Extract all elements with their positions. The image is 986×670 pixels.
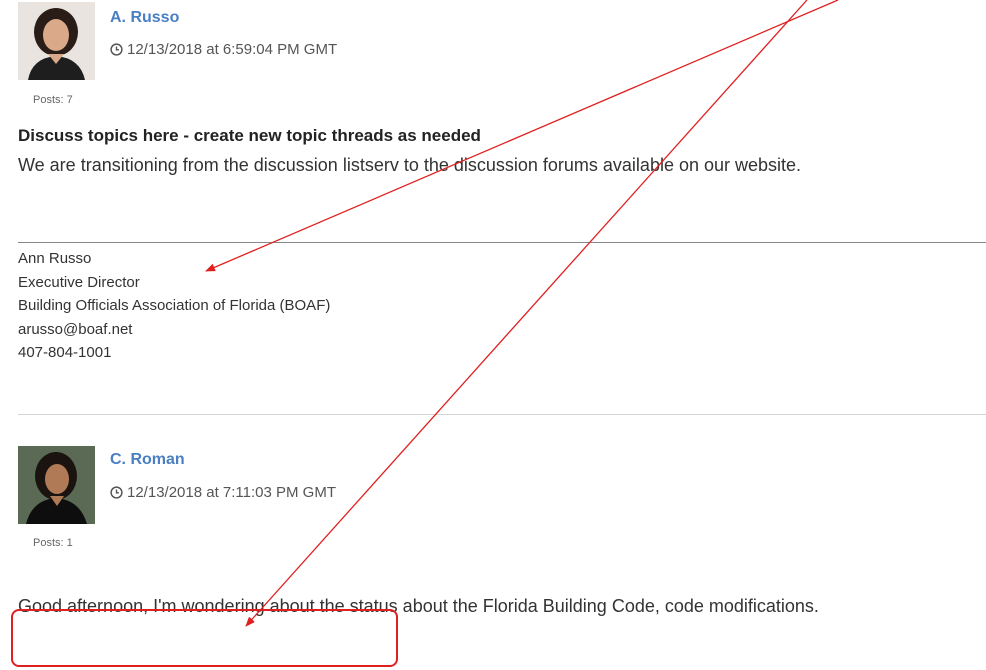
author-posts-count: Posts: 7 bbox=[33, 94, 73, 106]
author-avatar[interactable] bbox=[18, 2, 95, 80]
timestamp-text: 12/13/2018 at 7:11:03 PM GMT bbox=[127, 484, 337, 501]
signature-divider bbox=[18, 242, 986, 243]
post-timestamp: 12/13/2018 at 6:59:04 PM GMT bbox=[110, 41, 337, 58]
signature-email: arusso@boaf.net bbox=[18, 320, 133, 338]
post-divider bbox=[18, 414, 986, 415]
author-avatar[interactable] bbox=[18, 446, 95, 524]
timestamp-text: 12/13/2018 at 6:59:04 PM GMT bbox=[127, 41, 338, 58]
forum-post: A. Russo 12/13/2018 at 6:59:04 PM GMT Po… bbox=[0, 0, 986, 416]
post-timestamp: 12/13/2018 at 7:11:03 PM GMT bbox=[110, 484, 336, 501]
annotation-highlight-box bbox=[11, 609, 398, 667]
avatar-photo-c-roman bbox=[18, 446, 95, 524]
post-body: We are transitioning from the discussion… bbox=[18, 155, 802, 175]
author-posts-count: Posts: 1 bbox=[33, 537, 73, 549]
signature-organization: Building Officials Association of Florid… bbox=[18, 297, 331, 314]
signature-name: Ann Russo bbox=[18, 250, 92, 267]
post-signature: Ann Russo Executive Director Building Of… bbox=[18, 247, 330, 365]
signature-phone: 407-804-1001 bbox=[18, 344, 112, 361]
post-subject: Discuss topics here - create new topic t… bbox=[18, 126, 481, 145]
clock-icon bbox=[110, 486, 123, 499]
signature-title: Executive Director bbox=[18, 273, 140, 291]
clock-icon bbox=[110, 43, 123, 56]
author-name-link[interactable]: C. Roman bbox=[110, 451, 185, 469]
avatar-photo-a-russo bbox=[18, 2, 95, 80]
author-name-link[interactable]: A. Russo bbox=[110, 9, 179, 27]
